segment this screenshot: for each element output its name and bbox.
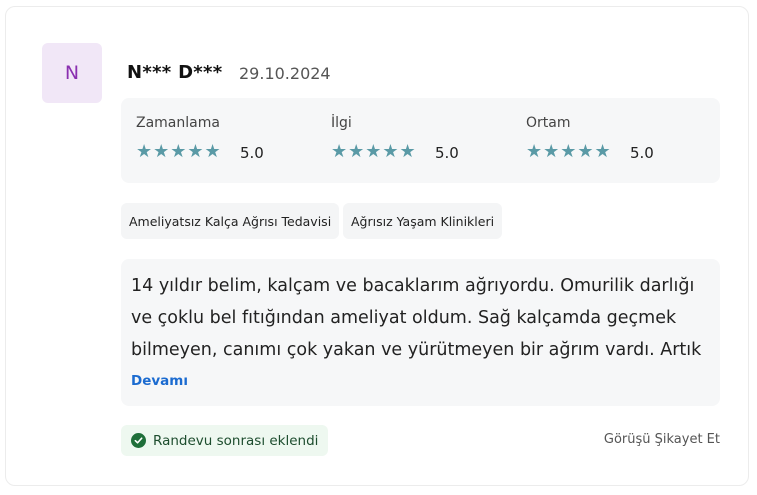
status-label: Randevu sonrası eklendi [153, 432, 319, 449]
rating-label: Zamanlama [136, 115, 220, 131]
tag-treatment[interactable]: Ameliyatsız Kalça Ağrısı Tedavisi [121, 203, 340, 239]
review-body: 14 yıldır belim, kalçam ve bacaklarım ağ… [121, 259, 720, 406]
star-rating-icon: ★★★★★ [331, 141, 417, 162]
review-text: 14 yıldır belim, kalçam ve bacaklarım ağ… [131, 276, 702, 360]
review-card: N N*** D*** 29.10.2024 [5, 6, 749, 486]
ratings-panel: Zamanlama ★★★★★ 5.0 İlgi ★★★★★ 5.0 Ortam… [121, 98, 720, 183]
tag-clinic[interactable]: Ağrısız Yaşam Klinikleri [343, 203, 503, 239]
avatar-initial: N [64, 62, 80, 84]
read-more-link[interactable]: Devamı [131, 373, 188, 389]
rating-label: Ortam [526, 115, 571, 131]
rating-label: İlgi [331, 115, 352, 131]
rating-score: 5.0 [630, 144, 654, 162]
status-badge: Randevu sonrası eklendi [121, 425, 329, 456]
rating-score: 5.0 [435, 144, 459, 162]
check-circle-icon [131, 433, 146, 448]
author-name: N*** D*** [127, 62, 223, 83]
star-rating-icon: ★★★★★ [526, 141, 612, 162]
report-review-link[interactable]: Görüşü Şikayet Et [604, 432, 720, 447]
rating-score: 5.0 [240, 144, 264, 162]
star-rating-icon: ★★★★★ [136, 141, 222, 162]
avatar: N [42, 43, 102, 103]
review-date: 29.10.2024 [239, 64, 331, 83]
